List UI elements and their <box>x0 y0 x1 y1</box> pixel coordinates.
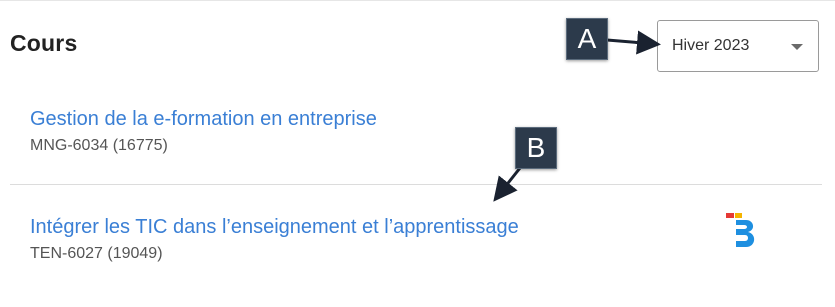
callout-b-arrow <box>493 167 522 202</box>
callout-a-arrow <box>606 30 661 55</box>
page-title: Cours <box>10 30 78 56</box>
b-app-logo-icon <box>726 213 755 247</box>
chevron-down-icon <box>791 44 803 50</box>
session-dropdown-value: Hiver 2023 <box>672 37 750 54</box>
callout-a-marker: A <box>566 18 608 60</box>
course-link[interactable]: Gestion de la e-formation en entreprise <box>30 108 377 131</box>
course-item: Intégrer les TIC dans l’enseignement et … <box>30 216 519 263</box>
callout-b-marker: B <box>515 127 557 169</box>
course-divider <box>10 184 822 185</box>
course-link[interactable]: Intégrer les TIC dans l’enseignement et … <box>30 216 519 239</box>
session-dropdown[interactable]: Hiver 2023 <box>657 20 819 72</box>
top-divider <box>0 0 835 1</box>
course-code: MNG-6034 (16775) <box>30 137 168 154</box>
course-code: TEN-6027 (19049) <box>30 245 163 262</box>
course-item: Gestion de la e-formation en entreprise … <box>30 108 377 155</box>
